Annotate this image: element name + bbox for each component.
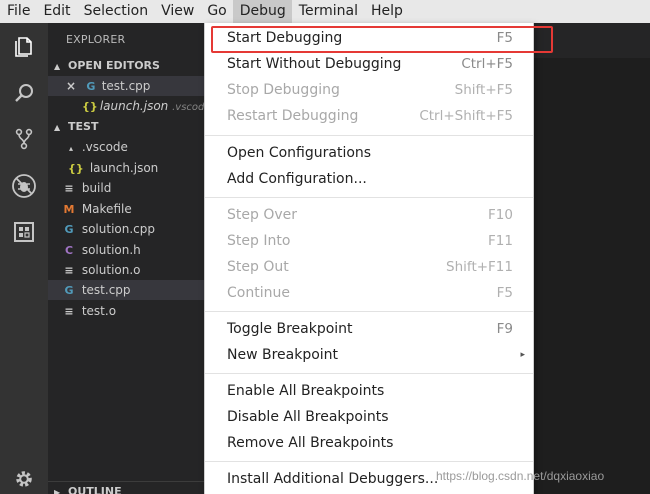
- chevron-down-icon: ▲: [54, 62, 61, 71]
- search-icon[interactable]: [0, 69, 48, 117]
- settings-gear-icon[interactable]: [0, 455, 48, 494]
- open-editor-launch-json[interactable]: {} launch.json .vscode: [48, 96, 204, 116]
- menu-item-add-configuration[interactable]: Add Configuration...: [205, 166, 533, 192]
- menu-edit[interactable]: Edit: [36, 0, 76, 23]
- menu-item-remove-all-breakpoints[interactable]: Remove All Breakpoints: [205, 430, 533, 456]
- menu-file[interactable]: File: [0, 0, 36, 23]
- cpp-file-icon: G: [64, 223, 74, 236]
- menu-separator: [205, 197, 533, 198]
- highlight-annotation-box: [211, 26, 553, 53]
- extensions-icon[interactable]: [0, 208, 48, 256]
- menu-item-open-configurations[interactable]: Open Configurations: [205, 140, 533, 166]
- tree-item-test-cpp[interactable]: G test.cpp: [48, 280, 204, 300]
- submenu-arrow-icon: ▸: [520, 350, 525, 360]
- open-editor-label: test.cpp: [101, 79, 151, 93]
- text-file-icon: ≡: [64, 305, 74, 318]
- files-icon[interactable]: [0, 23, 48, 71]
- tree-item-test-o[interactable]: ≡ test.o: [48, 301, 204, 321]
- menu-item-continue[interactable]: Continue F5: [205, 280, 533, 306]
- menu-separator: [205, 373, 533, 374]
- tree-item-launch-json[interactable]: {} launch.json: [48, 158, 204, 178]
- open-editor-label: launch.json: [99, 99, 169, 113]
- text-file-icon: ≡: [64, 264, 74, 277]
- outline-header[interactable]: ▶ OUTLINE: [48, 481, 204, 494]
- menu-item-new-breakpoint[interactable]: New Breakpoint ▸: [205, 342, 533, 368]
- tree-item-label: solution.o: [81, 263, 141, 277]
- menu-item-disable-all-breakpoints[interactable]: Disable All Breakpoints: [205, 404, 533, 430]
- tree-item-vscode[interactable]: ▴ .vscode: [48, 137, 204, 157]
- activity-bar: [0, 23, 48, 494]
- chevron-down-icon: ▲: [54, 123, 61, 132]
- menu-separator: [205, 311, 533, 312]
- tree-item-build[interactable]: ≡ build: [48, 178, 204, 198]
- menu-terminal[interactable]: Terminal: [292, 0, 364, 23]
- open-editors-header[interactable]: ▲ OPEN EDITORS: [48, 56, 204, 76]
- tree-item-label: build: [81, 181, 112, 195]
- folder-chevron-icon: ▴: [68, 144, 73, 153]
- menu-view[interactable]: View: [154, 0, 200, 23]
- tree-item-label: solution.h: [81, 243, 141, 257]
- menu-item-stop-debugging[interactable]: Stop Debugging Shift+F5: [205, 77, 533, 103]
- menu-item-restart-debugging[interactable]: Restart Debugging Ctrl+Shift+F5: [205, 103, 533, 129]
- menu-go[interactable]: Go: [200, 0, 232, 23]
- makefile-icon: M: [63, 203, 75, 216]
- debug-menu-dropdown: Start Debugging F5 Start Without Debuggi…: [204, 23, 534, 494]
- menu-item-start-without-debugging[interactable]: Start Without Debugging Ctrl+F5: [205, 51, 533, 77]
- menu-item-step-over[interactable]: Step Over F10: [205, 202, 533, 228]
- menu-bar: File Edit Selection View Go Debug Termin…: [0, 0, 650, 23]
- menu-item-enable-all-breakpoints[interactable]: Enable All Breakpoints: [205, 378, 533, 404]
- open-editor-path: .vscode: [172, 102, 204, 113]
- menu-item-step-into[interactable]: Step Into F11: [205, 228, 533, 254]
- json-file-icon: {}: [68, 162, 84, 175]
- chevron-right-icon: ▶: [54, 488, 61, 494]
- header-file-icon: C: [64, 244, 74, 257]
- tree-item-label: test.o: [81, 304, 117, 318]
- menu-item-toggle-breakpoint[interactable]: Toggle Breakpoint F9: [205, 316, 533, 342]
- json-file-icon: {}: [82, 100, 98, 113]
- tree-item-label: solution.cpp: [81, 222, 155, 236]
- tree-item-label: .vscode: [81, 140, 128, 154]
- text-file-icon: ≡: [64, 182, 74, 195]
- menu-help[interactable]: Help: [364, 0, 409, 23]
- source-control-icon[interactable]: [0, 115, 48, 163]
- explorer-sidebar: EXPLORER ▲ OPEN EDITORS × G test.cpp {} …: [48, 23, 204, 494]
- open-editor-test-cpp[interactable]: × G test.cpp: [48, 76, 204, 96]
- tree-item-makefile[interactable]: M Makefile: [48, 199, 204, 219]
- editor-area: [534, 23, 650, 494]
- tree-item-solution-h[interactable]: C solution.h: [48, 240, 204, 260]
- workspace-header[interactable]: ▲ TEST: [48, 117, 204, 137]
- menu-separator: [205, 135, 533, 136]
- debug-icon[interactable]: [0, 162, 48, 210]
- tree-item-solution-cpp[interactable]: G solution.cpp: [48, 219, 204, 239]
- tree-item-solution-o[interactable]: ≡ solution.o: [48, 260, 204, 280]
- menu-separator: [205, 461, 533, 462]
- watermark-text: https://blog.csdn.net/dqxiaoxiao: [436, 469, 605, 483]
- explorer-title: EXPLORER: [66, 33, 126, 46]
- tree-item-label: test.cpp: [81, 283, 131, 297]
- tree-item-label: launch.json: [89, 161, 159, 175]
- close-icon[interactable]: ×: [66, 79, 76, 93]
- cpp-file-icon: G: [86, 80, 96, 93]
- tree-item-label: Makefile: [81, 202, 132, 216]
- menu-selection[interactable]: Selection: [77, 0, 155, 23]
- cpp-file-icon: G: [64, 284, 74, 297]
- menu-debug[interactable]: Debug: [232, 0, 292, 23]
- menu-item-step-out[interactable]: Step Out Shift+F11: [205, 254, 533, 280]
